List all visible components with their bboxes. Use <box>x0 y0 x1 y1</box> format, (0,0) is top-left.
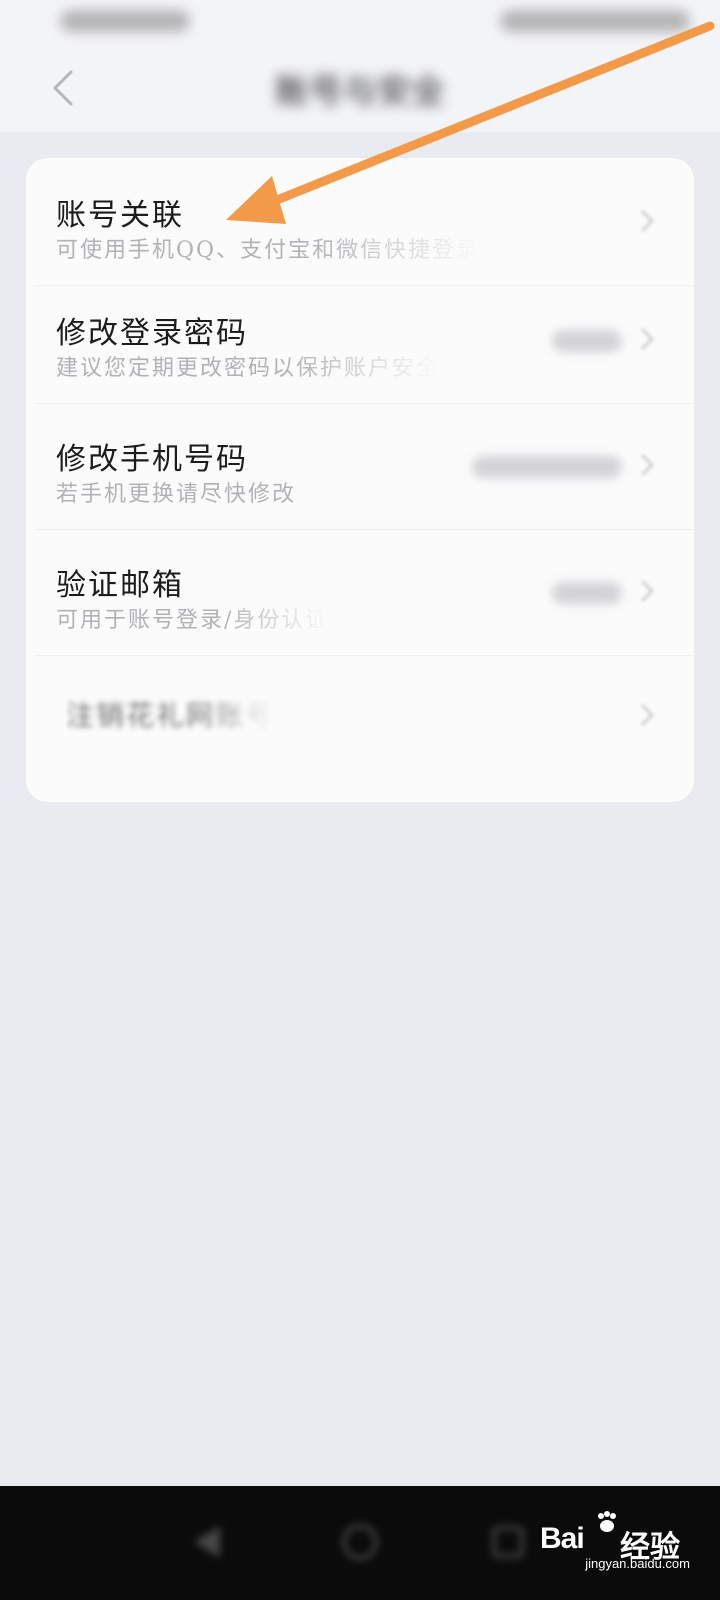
nav-home-icon[interactable] <box>338 1520 382 1564</box>
settings-item-subtitle: 可用于账号登录/身份认证 <box>56 608 330 633</box>
settings-item-delete-account[interactable]: 注销花礼网账号 <box>26 654 694 782</box>
settings-item-subtitle: 可使用手机QQ、支付宝和微信快捷登录 <box>56 238 481 263</box>
settings-item-account-linking[interactable]: 账号关联 可使用手机QQ、支付宝和微信快捷登录 <box>26 158 694 286</box>
status-bar-right-blur <box>500 10 690 32</box>
paw-icon <box>598 1511 616 1532</box>
watermark-brand: Bai <box>540 1522 585 1555</box>
top-app-bar: 账号与安全 <box>0 0 720 132</box>
chevron-right-icon <box>634 700 660 730</box>
page-title: 账号与安全 <box>275 72 445 112</box>
nav-recents-icon[interactable] <box>486 1520 530 1564</box>
settings-item-title: 验证邮箱 <box>56 568 184 603</box>
chevron-right-icon <box>634 576 660 606</box>
settings-item-title: 修改登录密码 <box>56 316 248 351</box>
settings-item-title: 修改手机号码 <box>56 442 248 477</box>
chevron-right-icon <box>634 206 660 236</box>
chevron-right-icon <box>634 450 660 480</box>
settings-card: 账号关联 可使用手机QQ、支付宝和微信快捷登录 修改登录密码 建议您定期更改密码… <box>26 158 694 802</box>
settings-item-value <box>552 330 622 352</box>
settings-item-change-phone[interactable]: 修改手机号码 若手机更换请尽快修改 <box>26 402 694 530</box>
settings-item-subtitle: 若手机更换请尽快修改 <box>56 482 297 507</box>
settings-item-subtitle: 建议您定期更改密码以保护账户安全 <box>56 356 441 381</box>
settings-item-value <box>472 456 622 478</box>
settings-item-value <box>552 582 622 604</box>
nav-back-icon[interactable] <box>186 1520 230 1564</box>
delete-account-label: 注销花礼网账号 <box>66 699 277 732</box>
baidu-jingyan-watermark: Bai 经验 jingyan.baidu.com <box>540 1508 690 1571</box>
settings-item-change-password[interactable]: 修改登录密码 建议您定期更改密码以保护账户安全 <box>26 276 694 404</box>
watermark-url: jingyan.baidu.com <box>585 1556 690 1571</box>
settings-item-title: 账号关联 <box>56 198 184 233</box>
status-bar-left-blur <box>60 10 190 32</box>
status-bar <box>60 10 700 40</box>
settings-item-verify-email[interactable]: 验证邮箱 可用于账号登录/身份认证 <box>26 528 694 656</box>
chevron-right-icon <box>634 324 660 354</box>
